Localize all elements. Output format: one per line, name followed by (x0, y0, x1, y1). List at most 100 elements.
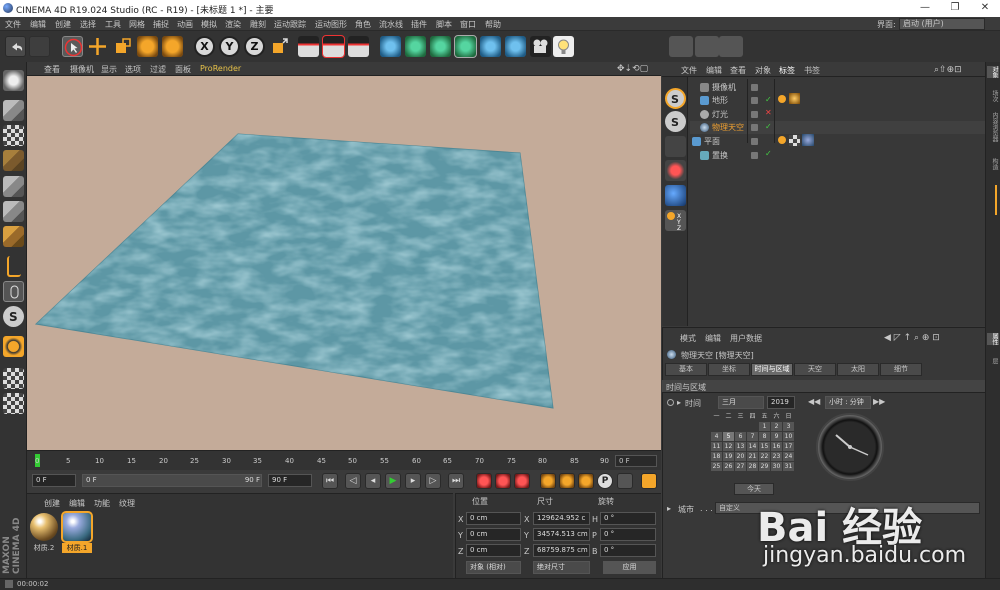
calendar-day[interactable]: 19 (723, 452, 734, 461)
object-row[interactable]: 置换 (690, 149, 985, 162)
key-position-icon[interactable] (540, 473, 556, 489)
size-x-field[interactable]: 129624.952 c (533, 512, 590, 525)
calendar-day[interactable]: 4 (711, 432, 722, 441)
previous-frame-icon[interactable]: ◂ (365, 473, 381, 489)
autokey-icon[interactable] (495, 473, 511, 489)
floor-environment-icon[interactable] (505, 36, 526, 57)
tag-icon[interactable] (778, 136, 786, 144)
deformer-icon[interactable] (480, 36, 501, 57)
rtab-structure[interactable]: 构造 (987, 158, 999, 170)
calendar-day[interactable]: 11 (711, 442, 722, 451)
menu-create[interactable]: 创建 (55, 19, 71, 30)
y-axis-lock-icon[interactable]: Y (219, 36, 240, 57)
time-nav-icons[interactable]: ◀◀ (808, 397, 820, 406)
brush-icon[interactable] (665, 136, 686, 157)
go-to-end-icon[interactable]: ⏭ (448, 473, 464, 489)
object-row-selected[interactable]: 物理天空 (690, 121, 985, 134)
scale-tool-icon[interactable] (112, 36, 133, 57)
menu-sculpt[interactable]: 雕刻 (250, 19, 266, 30)
rotation-p-field[interactable]: 0 ° (600, 528, 656, 541)
material-menu-create[interactable]: 创建 (44, 498, 60, 509)
end-frame-field[interactable]: 90 F (268, 474, 312, 487)
key-scale-icon[interactable] (559, 473, 575, 489)
time-expander-icon[interactable]: ▸ (677, 398, 681, 407)
visibility-dot[interactable] (751, 124, 758, 131)
calendar-day[interactable]: 17 (783, 442, 794, 451)
snap-settings-icon[interactable]: S (665, 111, 686, 132)
timeline-window-icon[interactable] (641, 473, 657, 489)
3d-viewport[interactable] (27, 76, 661, 450)
object-row[interactable]: 平面 (690, 135, 985, 148)
position-y-field[interactable]: 0 cm (466, 528, 521, 541)
play-icon[interactable]: ▶ (385, 473, 401, 489)
menu-render[interactable]: 渲染 (225, 19, 241, 30)
keyframe-selection-icon[interactable] (514, 473, 530, 489)
snapping-icon[interactable]: S (3, 306, 24, 327)
next-frame-icon[interactable]: ▸ (405, 473, 421, 489)
time-format-field[interactable]: 小时 : 分钟 (825, 396, 871, 409)
calendar-day[interactable]: 5 (723, 432, 734, 441)
menu-pipeline[interactable]: 流水线 (379, 19, 403, 30)
viewport-menu-view[interactable]: 查看 (44, 64, 60, 75)
rtab-objects[interactable]: 对象 (987, 66, 999, 78)
menu-plugins[interactable]: 插件 (411, 19, 427, 30)
go-to-start-icon[interactable]: ⏮ (322, 473, 338, 489)
move-object-icon[interactable] (665, 185, 686, 206)
rtab-attributes[interactable]: 属性 (987, 333, 999, 345)
calendar-day[interactable]: 7 (747, 432, 758, 441)
snap-icon[interactable]: S (665, 88, 686, 109)
calendar-day[interactable]: 8 (759, 432, 770, 441)
calendar-day[interactable]: 24 (783, 452, 794, 461)
menu-script[interactable]: 脚本 (436, 19, 452, 30)
city-expander-icon[interactable]: ▸ (667, 504, 671, 513)
menu-window[interactable]: 窗口 (460, 19, 476, 30)
viewport-menu-display[interactable]: 显示 (101, 64, 117, 75)
viewport-menu-prorender[interactable]: ProRender (200, 64, 241, 73)
disabled-cross-icon[interactable]: ✕ (765, 108, 772, 117)
time-nav-forward-icons[interactable]: ▶▶ (873, 397, 885, 406)
z-axis-lock-icon[interactable]: Z (244, 36, 265, 57)
om-menu-view[interactable]: 查看 (730, 65, 746, 76)
viewport-menu-panel[interactable]: 面板 (175, 64, 191, 75)
size-mode-select[interactable]: 绝对尺寸 (533, 561, 590, 574)
visibility-dot[interactable] (751, 84, 758, 91)
am-menu-userdata[interactable]: 用户数据 (730, 333, 762, 344)
tab-sun[interactable]: 太阳 (837, 363, 879, 376)
polygons-mode-icon[interactable] (3, 226, 24, 247)
calendar-day[interactable]: 1 (759, 422, 770, 431)
today-button[interactable]: 今天 (734, 483, 774, 495)
points-mode-icon[interactable] (3, 176, 24, 197)
rotate-tool-icon[interactable] (137, 36, 158, 57)
scroll-indicator[interactable] (995, 185, 997, 215)
enabled-check-icon[interactable]: ✓ (765, 122, 772, 131)
calendar-day[interactable]: 28 (747, 462, 758, 471)
viewport-nav-icons[interactable]: ✥⇣⟲▢ (617, 64, 648, 74)
menu-tools[interactable]: 工具 (105, 19, 121, 30)
calendar-day[interactable]: 22 (759, 452, 770, 461)
previous-key-icon[interactable]: ◁ (345, 473, 361, 489)
material-tag-icon[interactable] (789, 93, 800, 104)
move-tool-icon[interactable] (87, 36, 108, 57)
axis-mode-icon[interactable] (7, 256, 21, 277)
start-frame-field[interactable]: 0 F (32, 474, 76, 487)
object-row[interactable]: 灯光 (690, 108, 985, 121)
calendar-day[interactable]: 6 (735, 432, 746, 441)
menu-motion-tracking[interactable]: 运动跟踪 (274, 19, 306, 30)
xyz-axis-icon[interactable]: XYZ (665, 210, 686, 232)
rtab-content-browser[interactable]: 内容浏览器 (987, 112, 999, 142)
menu-edit[interactable]: 编辑 (30, 19, 46, 30)
calendar-day[interactable]: 30 (771, 462, 782, 471)
calendar-day[interactable]: 21 (747, 452, 758, 461)
viewport-menu-options[interactable]: 选项 (125, 64, 141, 75)
om-menu-bookmarks[interactable]: 书签 (804, 65, 820, 76)
material-swatch-selected[interactable] (61, 511, 93, 543)
calendar-day[interactable]: 27 (735, 462, 746, 471)
calendar-day[interactable]: 29 (759, 462, 770, 471)
am-nav-icons[interactable]: ◀ ◸ ↑ ⌕ ⊕ ⊡ (884, 333, 940, 343)
am-menu-edit[interactable]: 编辑 (705, 333, 721, 344)
magnet-icon[interactable] (3, 336, 24, 357)
texture-mode-icon[interactable] (3, 125, 24, 146)
month-select[interactable]: 三月 (718, 396, 764, 409)
calendar-day[interactable]: 9 (771, 432, 782, 441)
object-row[interactable]: 地形 (690, 94, 985, 107)
